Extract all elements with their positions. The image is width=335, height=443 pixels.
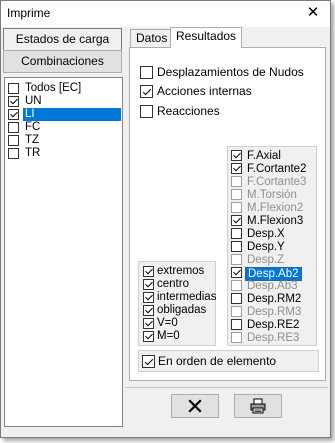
- list-item-label: LI: [23, 108, 121, 121]
- checkbox[interactable]: [8, 135, 19, 146]
- tab-resultados[interactable]: Resultados: [170, 27, 243, 48]
- checkbox[interactable]: [231, 150, 242, 161]
- property-label: Desp.Z: [247, 254, 285, 266]
- property-label: F.Axial: [247, 150, 281, 162]
- list-item[interactable]: LI: [8, 108, 121, 121]
- property-label: F.Cortante3: [247, 176, 307, 188]
- checkbox[interactable]: [231, 319, 242, 330]
- combinations-label: Combinaciones: [21, 54, 104, 68]
- title-bar: Imprime ✕: [1, 1, 330, 27]
- property-label: F.Cortante2: [247, 163, 307, 175]
- properties-group: F.Axial F.Cortante2 F.Cortante3 M.Torsió…: [227, 146, 317, 346]
- checkbox: [231, 280, 242, 291]
- option-label: Reacciones: [157, 104, 220, 118]
- checkbox: [231, 189, 242, 200]
- printer-icon: [250, 398, 266, 414]
- results-panel: Desplazamientos de Nudos Acciones intern…: [129, 47, 326, 381]
- list-item-label: Todos [EC]: [25, 82, 82, 94]
- checkbox: [231, 254, 242, 265]
- footer-divider: [125, 387, 328, 388]
- property-label: M.Flexion3: [247, 215, 304, 227]
- list-item-label: TR: [25, 147, 41, 159]
- list-item-label: UN: [25, 95, 42, 107]
- checkbox: [231, 176, 242, 187]
- checkbox[interactable]: [8, 83, 19, 94]
- option-label: Desplazamientos de Nudos: [157, 65, 304, 79]
- checkbox[interactable]: [8, 122, 19, 133]
- checkbox[interactable]: [8, 109, 19, 120]
- property-label: Desp.Ab2: [245, 267, 302, 281]
- position-label: extremos: [157, 265, 205, 277]
- position-label: obligadas: [157, 304, 207, 316]
- load-states-list[interactable]: Todos [EC] UN LI FC TZ TR: [4, 77, 123, 427]
- checkbox[interactable]: [231, 163, 242, 174]
- checkbox[interactable]: [143, 318, 154, 329]
- position-label: intermedias: [157, 291, 217, 303]
- property-label: Desp.Ab3: [247, 280, 298, 292]
- checkbox: [231, 306, 242, 317]
- checkbox[interactable]: [231, 267, 242, 278]
- print-button[interactable]: [234, 394, 282, 418]
- checkbox: [231, 332, 242, 343]
- checkbox: [231, 202, 242, 213]
- element-order-label: En orden de elemento: [158, 354, 277, 368]
- combinations-button[interactable]: Combinaciones: [3, 50, 122, 73]
- property-label: M.Flexion2: [247, 202, 304, 214]
- close-icon: ✕: [306, 4, 320, 21]
- tab-resultados-label: Resultados: [176, 29, 237, 43]
- list-item-label: TZ: [25, 134, 40, 146]
- close-x-icon: [188, 399, 202, 413]
- tab-datos-label: Datos: [136, 31, 168, 45]
- checkbox[interactable]: [142, 355, 155, 368]
- checkbox[interactable]: [143, 305, 154, 316]
- property-label: Desp.RE2: [247, 319, 300, 331]
- list-item-label: FC: [25, 121, 41, 133]
- checkbox[interactable]: [231, 215, 242, 226]
- checkbox[interactable]: [143, 292, 154, 303]
- position-label: centro: [157, 278, 189, 290]
- position-label: V=0: [157, 317, 178, 329]
- element-order-option[interactable]: En orden de elemento: [138, 350, 319, 372]
- property-label: Desp.RM2: [247, 293, 302, 305]
- checkbox[interactable]: [8, 96, 19, 107]
- checkbox[interactable]: [140, 85, 153, 98]
- load-states-label: Estados de carga: [15, 32, 110, 46]
- load-states-button[interactable]: Estados de carga: [3, 28, 122, 51]
- property-label: Desp.RM3: [247, 306, 302, 318]
- tab-datos[interactable]: Datos: [130, 29, 174, 47]
- close-button[interactable]: ✕: [300, 2, 326, 24]
- checkbox[interactable]: [231, 241, 242, 252]
- property-label: Desp.Y: [247, 241, 285, 253]
- window-title: Imprime: [7, 6, 51, 20]
- property-label: Desp.RE3: [247, 332, 300, 344]
- cancel-button[interactable]: [171, 394, 219, 418]
- checkbox[interactable]: [143, 266, 154, 277]
- checkbox[interactable]: [8, 148, 19, 159]
- property-label: Desp.X: [247, 228, 285, 240]
- checkbox[interactable]: [143, 279, 154, 290]
- checkbox[interactable]: [143, 331, 154, 342]
- print-dialog: Imprime ✕ Estados de carga Combinaciones…: [0, 0, 331, 438]
- checkbox[interactable]: [140, 66, 153, 79]
- property-label: M.Torsión: [247, 189, 297, 201]
- checkbox[interactable]: [231, 293, 242, 304]
- position-label: M=0: [157, 330, 180, 342]
- checkbox[interactable]: [231, 228, 242, 239]
- positions-group: extremos centro intermedias obligadas V=…: [138, 261, 216, 346]
- checkbox[interactable]: [140, 105, 153, 118]
- option-label: Acciones internas: [157, 84, 252, 98]
